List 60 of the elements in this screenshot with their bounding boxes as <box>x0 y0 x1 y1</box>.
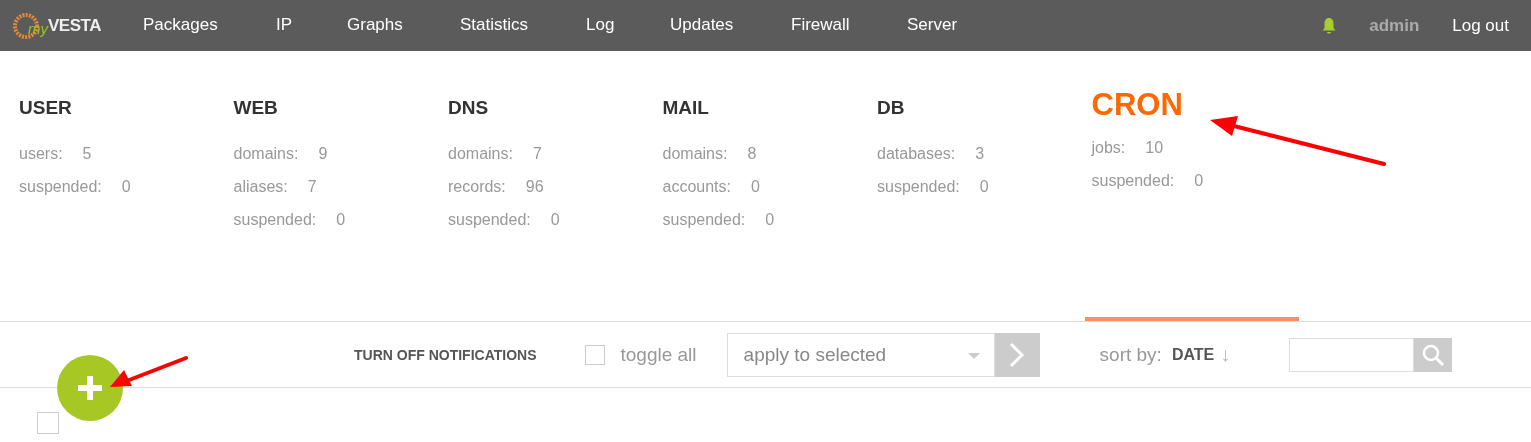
nav-link[interactable]: IP <box>276 15 293 35</box>
toggle-all-checkbox[interactable] <box>584 344 605 365</box>
stat-label: jobs: <box>1091 138 1126 158</box>
turn-off-notifications-link[interactable]: TURN OFF NOTIFICATIONS <box>354 346 537 363</box>
stat-label: databases: <box>877 144 956 164</box>
logo-text: VESTA <box>48 15 101 35</box>
stat-value: 8 <box>747 144 757 164</box>
section-title[interactable]: DNS <box>448 93 489 123</box>
stat-label: suspended: <box>19 177 102 197</box>
stat-value: 5 <box>82 144 92 164</box>
row-checkbox[interactable] <box>37 412 59 434</box>
bell-icon[interactable] <box>1321 16 1338 35</box>
section-title[interactable]: MAIL <box>662 93 709 123</box>
search-button[interactable] <box>1414 337 1453 372</box>
nav-link[interactable]: Packages <box>143 15 218 35</box>
search-field[interactable] <box>1289 337 1415 372</box>
nav-link[interactable]: Statistics <box>460 15 529 35</box>
stat-label: suspended: <box>448 210 531 230</box>
stat-label: suspended: <box>877 177 960 197</box>
section-title[interactable]: WEB <box>233 93 278 123</box>
stat-label: domains: <box>662 144 728 164</box>
stat-value: 10 <box>1145 138 1164 158</box>
chevron-right-icon <box>1009 341 1026 368</box>
plus-icon <box>78 376 102 400</box>
stat-value: 0 <box>336 210 346 230</box>
stat-label: suspended: <box>662 210 746 230</box>
stat-label: records: <box>448 177 506 197</box>
nav-link[interactable]: Server <box>907 15 958 35</box>
nav-link[interactable]: Log <box>586 15 615 35</box>
stat-value: 96 <box>525 177 544 197</box>
stat-label: domains: <box>448 144 513 164</box>
nav-link[interactable]: Firewall <box>791 15 850 35</box>
logout-link[interactable]: Log out <box>1452 15 1509 36</box>
nav-link[interactable]: Graphs <box>347 15 403 35</box>
sort-field-link[interactable]: DATE <box>1171 345 1215 364</box>
stat-value: 0 <box>751 177 760 197</box>
stat-label: suspended: <box>233 210 317 230</box>
stat-label: users: <box>19 144 63 164</box>
stat-value: 0 <box>765 210 775 230</box>
stat-label: domains: <box>233 144 299 164</box>
apply-button[interactable] <box>994 332 1040 377</box>
nav-link[interactable]: Updates <box>670 15 734 35</box>
search-icon <box>1421 342 1446 367</box>
sort-label: sort by: <box>1099 343 1162 366</box>
stat-value: 9 <box>318 144 328 164</box>
stat-value: 0 <box>550 210 560 230</box>
stat-value: 0 <box>979 177 989 197</box>
action-select[interactable]: apply to selected <box>726 332 995 377</box>
stat-label: aliases: <box>233 177 288 197</box>
stat-value: 7 <box>532 144 542 164</box>
toggle-all-label: toggle all <box>620 343 697 366</box>
stat-label: accounts: <box>662 177 731 197</box>
stat-value: 7 <box>307 177 317 197</box>
section-title[interactable]: DB <box>877 93 905 123</box>
stat-value: 3 <box>975 144 985 164</box>
logo-text: my <box>28 20 48 37</box>
stat-value: 0 <box>121 177 131 197</box>
stat-label: suspended: <box>1091 171 1175 191</box>
section-title[interactable]: USER <box>19 93 72 123</box>
stat-value: 0 <box>1194 171 1204 191</box>
